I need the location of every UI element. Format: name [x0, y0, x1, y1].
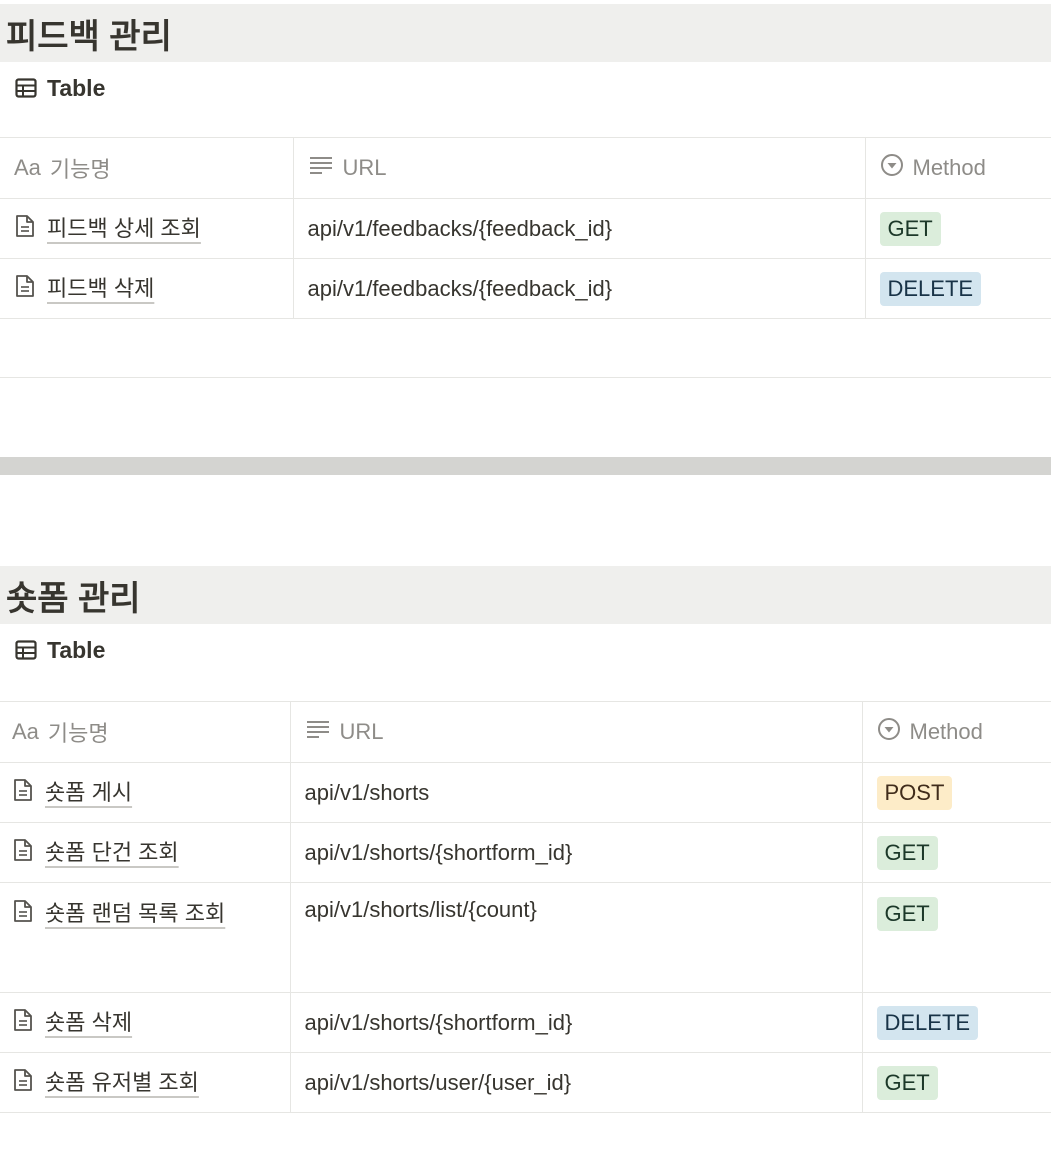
- table-view-tab[interactable]: Table: [0, 62, 1051, 114]
- method-badge: DELETE: [879, 271, 982, 306]
- column-header-url[interactable]: URL: [289, 701, 863, 763]
- row-name-link[interactable]: 숏폼 게시: [45, 776, 132, 809]
- row-url: api/v1/shorts/list/{count}: [289, 882, 863, 993]
- row-name-link[interactable]: 숏폼 삭제: [45, 1006, 132, 1039]
- table-header-row: Aa 기능명 URL Method: [0, 701, 1051, 763]
- feedback-table: Aa 기능명 URL Method 피드백 상세 조회 api/v1/feedba…: [0, 137, 1051, 319]
- row-name-link[interactable]: 피드백 삭제: [47, 272, 154, 305]
- table-row[interactable]: 피드백 삭제 api/v1/feedbacks/{feedback_id} DE…: [0, 258, 1051, 319]
- feedback-section: 피드백 관리 Table Aa 기능명 URL Method 피드백 상세 조회 …: [0, 4, 1051, 378]
- section-divider: [0, 457, 1051, 475]
- select-circle-icon: [880, 153, 904, 183]
- method-badge: GET: [879, 211, 941, 246]
- column-header-method[interactable]: Method: [864, 137, 1051, 199]
- shortform-section: 숏폼 관리 Table Aa 기능명 URL Method 숏폼 게시 api/v…: [0, 566, 1051, 1113]
- title-property-icon: Aa: [12, 719, 39, 744]
- section-heading: 피드백 관리: [0, 4, 1051, 62]
- page-document-icon: [12, 778, 34, 808]
- table-row[interactable]: 숏폼 게시 api/v1/shorts POST: [0, 762, 1051, 823]
- page-document-icon: [12, 1008, 34, 1038]
- column-header-name[interactable]: Aa 기능명: [0, 137, 294, 199]
- page-document-icon: [12, 899, 34, 929]
- table-row[interactable]: 피드백 상세 조회 api/v1/feedbacks/{feedback_id}…: [0, 198, 1051, 259]
- table-icon: [15, 78, 37, 98]
- page-document-icon: [14, 214, 36, 244]
- row-url: api/v1/shorts/{shortform_id}: [289, 992, 863, 1053]
- row-name-link[interactable]: 숏폼 랜덤 목록 조회: [45, 897, 225, 930]
- row-name-link[interactable]: 숏폼 단건 조회: [45, 836, 179, 869]
- view-label: Table: [47, 636, 106, 663]
- table-row[interactable]: 숏폼 유저별 조회 api/v1/shorts/user/{user_id} G…: [0, 1052, 1051, 1113]
- row-name-link[interactable]: 숏폼 유저별 조회: [45, 1066, 199, 1099]
- row-url: api/v1/feedbacks/{feedback_id}: [292, 198, 866, 259]
- method-badge: GET: [876, 1065, 938, 1100]
- shortform-table: Aa 기능명 URL Method 숏폼 게시 api/v1/shorts POS…: [0, 701, 1051, 1113]
- method-badge: POST: [876, 775, 953, 810]
- view-label: Table: [47, 74, 106, 101]
- page-document-icon: [12, 1068, 34, 1098]
- row-url: api/v1/feedbacks/{feedback_id}: [292, 258, 866, 319]
- column-header-name[interactable]: Aa 기능명: [0, 701, 291, 763]
- table-row[interactable]: 숏폼 삭제 api/v1/shorts/{shortform_id} DELET…: [0, 992, 1051, 1053]
- select-circle-icon: [877, 717, 901, 747]
- table-icon: [15, 640, 37, 660]
- title-property-icon: Aa: [14, 155, 41, 180]
- page-document-icon: [12, 838, 34, 868]
- text-lines-icon: [305, 719, 331, 745]
- table-row[interactable]: 숏폼 단건 조회 api/v1/shorts/{shortform_id} GE…: [0, 822, 1051, 883]
- table-view-tab[interactable]: Table: [0, 624, 1051, 676]
- table-row[interactable]: 숏폼 랜덤 목록 조회 api/v1/shorts/list/{count} G…: [0, 882, 1051, 993]
- row-url: api/v1/shorts/user/{user_id}: [289, 1052, 863, 1113]
- method-badge: GET: [876, 835, 938, 870]
- page-document-icon: [14, 274, 36, 304]
- row-url: api/v1/shorts: [289, 762, 863, 823]
- method-badge: DELETE: [876, 1005, 979, 1040]
- table-footer-divider: [0, 377, 1051, 378]
- row-name-link[interactable]: 피드백 상세 조회: [47, 212, 201, 245]
- column-header-method[interactable]: Method: [861, 701, 1051, 763]
- method-badge: GET: [876, 897, 938, 931]
- table-header-row: Aa 기능명 URL Method: [0, 137, 1051, 199]
- text-lines-icon: [308, 155, 334, 181]
- section-heading: 숏폼 관리: [0, 566, 1051, 624]
- row-url: api/v1/shorts/{shortform_id}: [289, 822, 863, 883]
- column-header-url[interactable]: URL: [292, 137, 866, 199]
